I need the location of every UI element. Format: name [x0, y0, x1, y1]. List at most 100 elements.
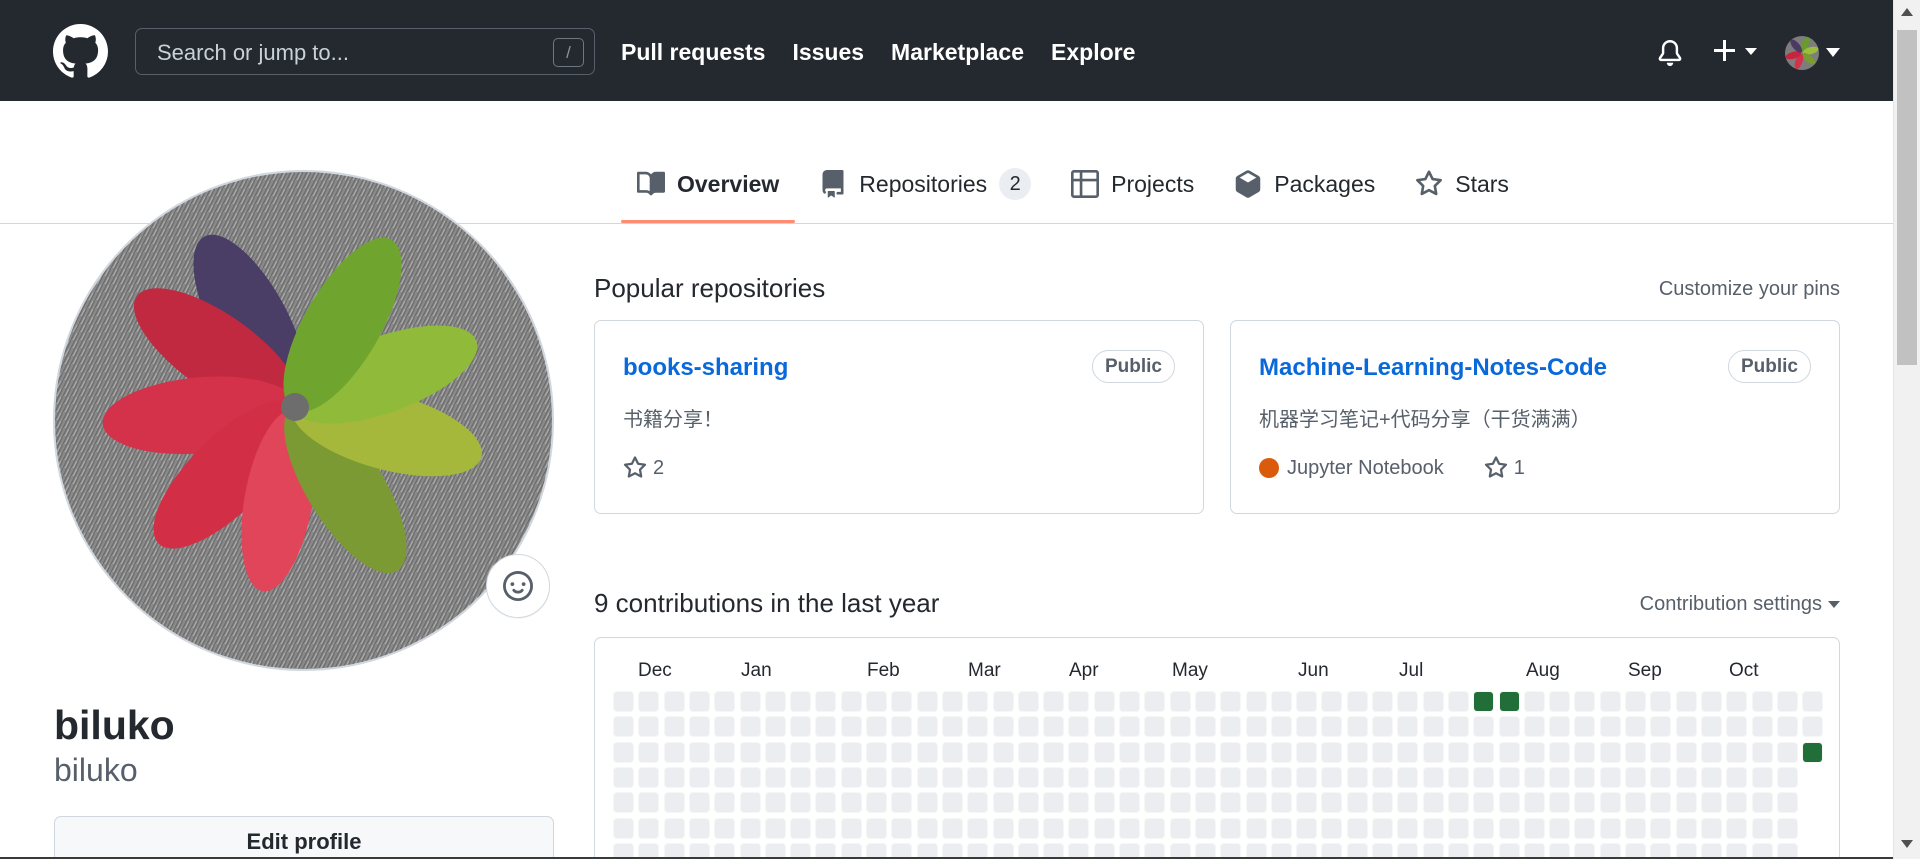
contribution-day-cell[interactable] [790, 716, 812, 738]
contribution-day-cell[interactable] [1473, 691, 1495, 712]
contribution-day-cell[interactable] [1700, 716, 1722, 738]
contribution-day-cell[interactable] [1346, 766, 1368, 788]
contribution-day-cell[interactable] [1169, 716, 1191, 738]
contribution-day-cell[interactable] [1599, 691, 1621, 712]
repo-link[interactable]: Machine-Learning-Notes-Code [1259, 354, 1607, 382]
contribution-day-cell[interactable] [1220, 817, 1242, 839]
contribution-day-cell[interactable] [1296, 792, 1318, 814]
contribution-day-cell[interactable] [739, 716, 761, 738]
contribution-day-cell[interactable] [1397, 741, 1419, 763]
contribution-day-cell[interactable] [1346, 691, 1368, 712]
contribution-day-cell[interactable] [739, 741, 761, 763]
contribution-day-cell[interactable] [1372, 817, 1393, 839]
contribution-day-cell[interactable] [1321, 817, 1343, 839]
contribution-day-cell[interactable] [739, 817, 761, 839]
contribution-day-cell[interactable] [1270, 691, 1292, 712]
contribution-day-cell[interactable] [1523, 766, 1545, 788]
contribution-day-cell[interactable] [1523, 741, 1545, 763]
tab-packages[interactable]: Packages [1218, 160, 1391, 208]
contribution-day-cell[interactable] [764, 691, 786, 712]
contribution-day-cell[interactable] [1296, 691, 1318, 712]
contribution-day-cell[interactable] [1523, 792, 1545, 814]
contribution-day-cell[interactable] [992, 691, 1014, 712]
contribution-day-cell[interactable] [1119, 766, 1140, 788]
contribution-day-cell[interactable] [1068, 766, 1090, 788]
contribution-day-cell[interactable] [1245, 691, 1267, 712]
contribution-day-cell[interactable] [1422, 691, 1444, 712]
contribution-day-cell[interactable] [992, 716, 1014, 738]
contribution-day-cell[interactable] [1726, 716, 1748, 738]
contribution-day-cell[interactable] [916, 691, 938, 712]
contribution-day-cell[interactable] [1675, 691, 1697, 712]
contribution-day-cell[interactable] [1447, 817, 1469, 839]
contribution-day-cell[interactable] [1574, 691, 1596, 712]
contribution-day-cell[interactable] [941, 741, 963, 763]
contribution-day-cell[interactable] [1574, 766, 1596, 788]
contribution-day-cell[interactable] [891, 716, 913, 738]
tab-repositories[interactable]: Repositories 2 [803, 160, 1047, 208]
contribution-day-cell[interactable] [638, 716, 660, 738]
contribution-day-cell[interactable] [714, 691, 736, 712]
contribution-day-cell[interactable] [1017, 792, 1039, 814]
contribution-day-cell[interactable] [1523, 691, 1545, 712]
contribution-day-cell[interactable] [1093, 691, 1115, 712]
contribution-day-cell[interactable] [1397, 817, 1419, 839]
contribution-day-cell[interactable] [941, 792, 963, 814]
contribution-day-cell[interactable] [663, 691, 685, 712]
contribution-day-cell[interactable] [1726, 792, 1748, 814]
contribution-day-cell[interactable] [1549, 792, 1571, 814]
contribution-day-cell[interactable] [1372, 766, 1393, 788]
contribution-day-cell[interactable] [1043, 716, 1065, 738]
contribution-day-cell[interactable] [866, 716, 887, 738]
contribution-day-cell[interactable] [613, 817, 634, 839]
contribution-day-cell[interactable] [1372, 691, 1393, 712]
contribution-day-cell[interactable] [916, 716, 938, 738]
contribution-day-cell[interactable] [1093, 741, 1115, 763]
contribution-day-cell[interactable] [1068, 817, 1090, 839]
nav-explore[interactable]: Explore [1051, 39, 1135, 66]
contribution-day-cell[interactable] [1397, 716, 1419, 738]
contribution-day-cell[interactable] [1675, 792, 1697, 814]
contribution-day-cell[interactable] [663, 817, 685, 839]
contribution-day-cell[interactable] [1017, 817, 1039, 839]
contribution-day-cell[interactable] [1144, 817, 1166, 839]
contribution-day-cell[interactable] [1726, 766, 1748, 788]
contribution-day-cell[interactable] [1650, 766, 1672, 788]
contribution-day-cell[interactable] [1194, 766, 1216, 788]
contribution-day-cell[interactable] [1650, 691, 1672, 712]
contribution-day-cell[interactable] [1473, 766, 1495, 788]
contribution-day-cell[interactable] [1194, 792, 1216, 814]
contribution-day-cell[interactable] [613, 792, 634, 814]
contribution-day-cell[interactable] [1549, 716, 1571, 738]
contribution-day-cell[interactable] [1599, 716, 1621, 738]
contribution-day-cell[interactable] [1625, 792, 1646, 814]
contribution-day-cell[interactable] [815, 817, 837, 839]
contribution-day-cell[interactable] [1473, 792, 1495, 814]
contribution-day-cell[interactable] [1346, 741, 1368, 763]
contribution-day-cell[interactable] [1169, 766, 1191, 788]
contribution-day-cell[interactable] [1245, 716, 1267, 738]
contribution-day-cell[interactable] [663, 766, 685, 788]
contribution-day-cell[interactable] [764, 716, 786, 738]
contribution-day-cell[interactable] [967, 792, 989, 814]
contribution-day-cell[interactable] [1296, 716, 1318, 738]
contribution-day-cell[interactable] [1245, 766, 1267, 788]
contribution-day-cell[interactable] [613, 691, 634, 712]
profile-avatar[interactable] [53, 170, 554, 671]
contribution-day-cell[interactable] [613, 716, 634, 738]
contribution-day-cell[interactable] [916, 766, 938, 788]
contribution-day-cell[interactable] [790, 691, 812, 712]
contribution-day-cell[interactable] [1498, 716, 1520, 738]
contribution-day-cell[interactable] [739, 766, 761, 788]
contribution-day-cell[interactable] [1068, 716, 1090, 738]
contribution-day-cell[interactable] [790, 741, 812, 763]
contribution-day-cell[interactable] [1169, 741, 1191, 763]
contribution-day-cell[interactable] [1498, 691, 1520, 712]
contribution-day-cell[interactable] [1574, 716, 1596, 738]
contribution-day-cell[interactable] [1751, 817, 1773, 839]
contribution-day-cell[interactable] [638, 691, 660, 712]
contribution-day-cell[interactable] [1447, 716, 1469, 738]
contribution-day-cell[interactable] [1220, 716, 1242, 738]
contribution-day-cell[interactable] [1144, 792, 1166, 814]
contribution-day-cell[interactable] [1296, 766, 1318, 788]
